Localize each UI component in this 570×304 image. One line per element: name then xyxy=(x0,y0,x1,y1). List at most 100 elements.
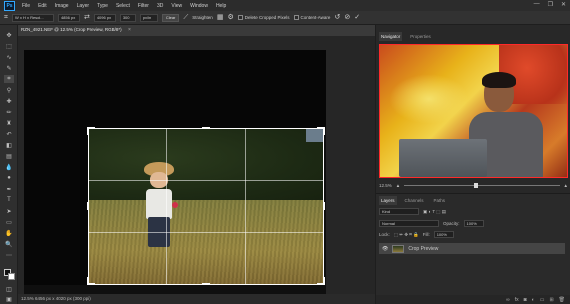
delete-cropped-option[interactable]: Delete Cropped Pixels xyxy=(237,15,290,21)
menu-3d[interactable]: 3D xyxy=(153,3,167,9)
ratio-select[interactable]: W x H x Resol... xyxy=(11,13,54,22)
swap-dimensions-icon[interactable]: ⇄ xyxy=(84,14,90,21)
menu-filter[interactable]: Filter xyxy=(134,3,153,9)
path-select-tool-icon[interactable]: ➤ xyxy=(4,207,14,215)
straighten-label[interactable]: Straighten xyxy=(192,15,213,20)
filter-icons[interactable]: ▣ ◐ T ⬚ ▤ xyxy=(423,209,446,215)
height-input[interactable]: 4096 px xyxy=(93,13,116,22)
close-tab-icon[interactable]: × xyxy=(128,27,131,33)
history-brush-tool-icon[interactable]: ↶ xyxy=(4,130,14,138)
crop-handle-top-left-v[interactable] xyxy=(87,127,89,135)
quick-select-tool-icon[interactable]: ✎ xyxy=(4,64,14,72)
lock-icons[interactable]: ⬚ ✏ ✥ ⌗ 🔒 xyxy=(394,232,419,238)
overlay-grid-icon[interactable]: ▦ xyxy=(217,14,224,21)
layer-crop-preview[interactable]: 👁 Crop Preview xyxy=(379,243,565,254)
crop-handle-top[interactable] xyxy=(202,127,210,129)
tab-layers[interactable]: Layers xyxy=(379,196,397,205)
tab-channels[interactable]: Channels xyxy=(403,196,426,205)
tab-navigator[interactable]: Navigator xyxy=(379,32,403,41)
menu-edit[interactable]: Edit xyxy=(34,3,51,9)
brush-tool-icon[interactable]: ✏ xyxy=(4,108,14,116)
layer-name[interactable]: Crop Preview xyxy=(408,246,438,252)
visibility-eye-icon[interactable]: 👁 xyxy=(382,246,388,252)
adjustment-layer-icon[interactable]: ◐ xyxy=(532,297,535,303)
menu-image[interactable]: Image xyxy=(51,3,73,9)
delete-cropped-checkbox[interactable] xyxy=(237,15,243,21)
dodge-tool-icon[interactable]: ● xyxy=(4,174,14,182)
zoom-in-icon[interactable]: ▲ xyxy=(564,183,568,188)
restore-icon[interactable]: ❐ xyxy=(548,1,553,8)
new-layer-icon[interactable]: ⊞ xyxy=(549,297,553,303)
hand-tool-icon[interactable]: ✋ xyxy=(4,229,14,237)
crop-handle-bottom-left-v[interactable] xyxy=(87,277,89,285)
blend-mode-select[interactable]: Normal xyxy=(379,220,439,227)
move-tool-icon[interactable]: ✥ xyxy=(4,31,14,39)
healing-tool-icon[interactable]: ✚ xyxy=(4,97,14,105)
zoom-out-icon[interactable]: ▲ xyxy=(396,183,400,188)
background-color-swatch[interactable] xyxy=(8,273,15,280)
content-aware-checkbox[interactable] xyxy=(293,15,299,21)
navigator-zoom-value[interactable]: 12.5% xyxy=(379,183,392,188)
menu-window[interactable]: Window xyxy=(186,3,212,9)
cancel-icon[interactable]: ⊘ xyxy=(344,14,350,21)
opacity-input[interactable]: 100% xyxy=(463,220,484,227)
crop-handle-bottom[interactable] xyxy=(202,283,210,285)
crop-tool-icon[interactable]: ⌗ xyxy=(4,14,8,21)
eyedropper-tool-icon[interactable]: ⚲ xyxy=(4,86,14,94)
reset-icon[interactable]: ↺ xyxy=(334,14,340,21)
delete-layer-icon[interactable]: 🗑 xyxy=(559,297,565,303)
units-select[interactable]: px/in xyxy=(139,13,158,22)
stamp-tool-icon[interactable]: ♜ xyxy=(4,119,14,127)
content-aware-option[interactable]: Content-Aware xyxy=(293,15,330,21)
eraser-tool-icon[interactable]: ◧ xyxy=(4,141,14,149)
minimize-icon[interactable]: — xyxy=(534,1,540,8)
document-tab[interactable]: RZN_4921.NEF @ 12.5% (Crop Preview, RGB/… xyxy=(21,27,122,32)
navigator-view-box[interactable] xyxy=(379,44,568,178)
blur-tool-icon[interactable]: 💧 xyxy=(4,163,14,171)
commit-check-icon[interactable]: ✓ xyxy=(354,14,360,21)
crop-handle-top-right-v[interactable] xyxy=(323,127,325,135)
marquee-tool-icon[interactable]: ⬚ xyxy=(4,42,14,50)
shape-tool-icon[interactable]: ▭ xyxy=(4,218,14,226)
fill-label: Fill: xyxy=(422,232,430,237)
width-input[interactable]: 4856 px xyxy=(57,13,80,22)
navigator-thumbnail[interactable] xyxy=(379,44,568,178)
lasso-tool-icon[interactable]: ∿ xyxy=(4,53,14,61)
link-layers-icon[interactable]: ∞ xyxy=(506,297,510,303)
gradient-tool-icon[interactable]: ▤ xyxy=(4,152,14,160)
layer-kind-filter[interactable]: Kind xyxy=(379,208,419,215)
crop-area-photo[interactable] xyxy=(88,128,324,285)
menu-help[interactable]: Help xyxy=(212,3,230,9)
menu-file[interactable]: File xyxy=(18,3,34,9)
menu-view[interactable]: View xyxy=(167,3,186,9)
screen-mode-icon[interactable]: ▣ xyxy=(4,295,14,303)
quick-mask-icon[interactable]: ◫ xyxy=(4,285,14,293)
add-mask-icon[interactable]: ◙ xyxy=(524,297,527,303)
navigator-zoom-slider[interactable] xyxy=(404,182,560,188)
tab-properties[interactable]: Properties xyxy=(408,32,433,41)
zoom-tool-icon[interactable]: 🔍 xyxy=(4,240,14,248)
gear-icon[interactable]: ⚙ xyxy=(227,14,233,21)
fill-input[interactable]: 100% xyxy=(433,231,454,238)
crop-handle-right[interactable] xyxy=(323,202,325,210)
menu-layer[interactable]: Layer xyxy=(73,3,94,9)
document-canvas[interactable] xyxy=(18,36,375,302)
photoshop-logo[interactable]: Ps xyxy=(4,0,15,11)
clear-button[interactable]: Clear xyxy=(161,13,180,22)
crop-tool-icon[interactable]: ⌗ xyxy=(4,75,14,83)
type-tool-icon[interactable]: T xyxy=(4,196,14,204)
zoom-slider-knob[interactable] xyxy=(474,182,479,188)
pen-tool-icon[interactable]: ✒ xyxy=(4,185,14,193)
crop-shield-left xyxy=(24,128,88,285)
menu-select[interactable]: Select xyxy=(112,3,134,9)
crop-handle-bottom-right-v[interactable] xyxy=(323,277,325,285)
new-group-icon[interactable]: ▭ xyxy=(540,297,545,303)
close-window-icon[interactable]: ✕ xyxy=(561,1,566,8)
menu-type[interactable]: Type xyxy=(93,3,112,9)
straighten-icon[interactable]: ⟋ xyxy=(183,14,188,21)
tab-paths[interactable]: Paths xyxy=(432,196,448,205)
resolution-input[interactable]: 300 xyxy=(119,13,136,22)
more-tools-icon[interactable]: ⋯ xyxy=(4,251,14,259)
layer-style-icon[interactable]: fx xyxy=(515,297,519,303)
crop-handle-left[interactable] xyxy=(87,202,89,210)
